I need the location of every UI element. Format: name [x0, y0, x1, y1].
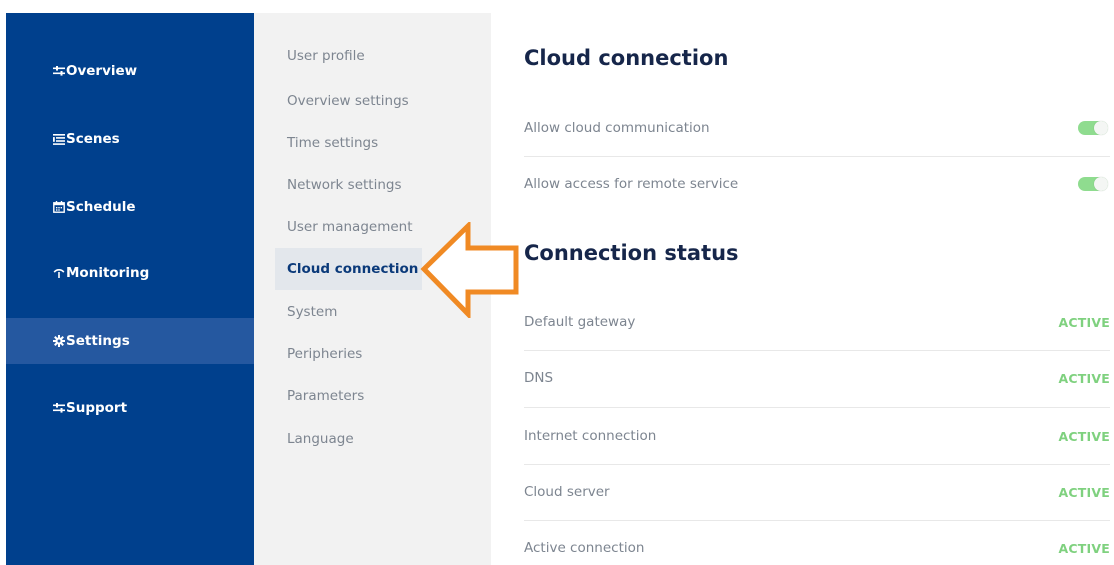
submenu-item-cloud-connection[interactable]: Cloud connection [275, 248, 422, 290]
submenu-item-time-settings[interactable]: Time settings [275, 122, 422, 164]
status-label: Internet connection [524, 428, 657, 444]
divider [524, 407, 1110, 408]
sidebar-item-label: Overview [66, 63, 138, 79]
submenu-item-label: User profile [287, 48, 365, 64]
sidebar-item-schedule[interactable]: Schedule [6, 184, 254, 230]
status-label: Cloud server [524, 484, 610, 500]
signal-icon [52, 266, 66, 280]
sliders-icon [52, 401, 66, 415]
sidebar-item-settings[interactable]: Settings [6, 318, 254, 364]
allow-cloud-toggle[interactable] [1078, 121, 1108, 135]
sidebar-item-label: Monitoring [66, 265, 150, 281]
remote-service-toggle[interactable] [1078, 177, 1108, 191]
status-row-internet-connection: Internet connection ACTIVE [524, 426, 1110, 446]
submenu-item-label: System [287, 304, 338, 320]
setting-row-remote-service: Allow access for remote service [524, 174, 1110, 194]
submenu-item-label: Time settings [287, 135, 379, 151]
submenu-item-parameters[interactable]: Parameters [275, 375, 422, 417]
list-icon [52, 132, 66, 146]
submenu-item-system[interactable]: System [275, 291, 422, 333]
setting-label: Allow cloud communication [524, 120, 710, 136]
submenu-item-network-settings[interactable]: Network settings [275, 164, 422, 206]
sidebar-item-monitoring[interactable]: Monitoring [6, 250, 254, 296]
status-badge: ACTIVE [1058, 370, 1110, 386]
sidebar-item-support[interactable]: Support [6, 385, 254, 431]
settings-page: Overview Scenes Schedule Monitoring Sett… [0, 0, 1114, 565]
submenu-item-label: Cloud connection [287, 261, 419, 277]
submenu-item-overview-settings[interactable]: Overview settings [275, 80, 422, 122]
sliders-icon [52, 64, 66, 78]
status-row-default-gateway: Default gateway ACTIVE [524, 312, 1110, 332]
status-label: Active connection [524, 540, 645, 556]
sidebar-item-scenes[interactable]: Scenes [6, 116, 254, 162]
status-badge: ACTIVE [1058, 428, 1110, 444]
sidebar-item-label: Settings [66, 333, 130, 349]
toggle-knob [1094, 177, 1108, 191]
divider [524, 350, 1110, 351]
divider [524, 520, 1110, 521]
main-content: Cloud connection Allow cloud communicati… [524, 0, 1114, 565]
calendar-icon [52, 200, 66, 214]
status-label: Default gateway [524, 314, 636, 330]
divider [524, 156, 1110, 157]
main-sidebar: Overview Scenes Schedule Monitoring Sett… [6, 13, 254, 565]
submenu-item-user-profile[interactable]: User profile [275, 35, 422, 77]
status-row-cloud-server: Cloud server ACTIVE [524, 482, 1110, 502]
sidebar-item-label: Scenes [66, 131, 120, 147]
status-row-dns: DNS ACTIVE [524, 368, 1110, 388]
submenu-item-user-management[interactable]: User management [275, 206, 422, 248]
cloud-connection-title: Cloud connection [524, 46, 729, 70]
submenu-item-peripheries[interactable]: Peripheries [275, 333, 422, 375]
submenu-item-label: Language [287, 431, 354, 447]
submenu-item-label: User management [287, 219, 413, 235]
submenu-item-label: Network settings [287, 177, 402, 193]
setting-row-allow-cloud: Allow cloud communication [524, 118, 1110, 138]
status-badge: ACTIVE [1058, 540, 1110, 556]
connection-status-title: Connection status [524, 241, 739, 265]
toggle-knob [1094, 121, 1108, 135]
setting-label: Allow access for remote service [524, 176, 739, 192]
divider [524, 464, 1110, 465]
sidebar-item-overview[interactable]: Overview [6, 48, 254, 94]
status-row-active-connection: Active connection ACTIVE [524, 538, 1110, 558]
callout-arrow-icon [420, 222, 519, 318]
submenu-item-label: Parameters [287, 388, 365, 404]
sidebar-item-label: Schedule [66, 199, 136, 215]
sidebar-item-label: Support [66, 400, 128, 416]
submenu-item-label: Peripheries [287, 346, 363, 362]
submenu-item-label: Overview settings [287, 93, 409, 109]
submenu-item-language[interactable]: Language [275, 418, 422, 460]
gear-icon [52, 334, 66, 348]
status-badge: ACTIVE [1058, 484, 1110, 500]
status-label: DNS [524, 370, 554, 386]
status-badge: ACTIVE [1058, 314, 1110, 330]
